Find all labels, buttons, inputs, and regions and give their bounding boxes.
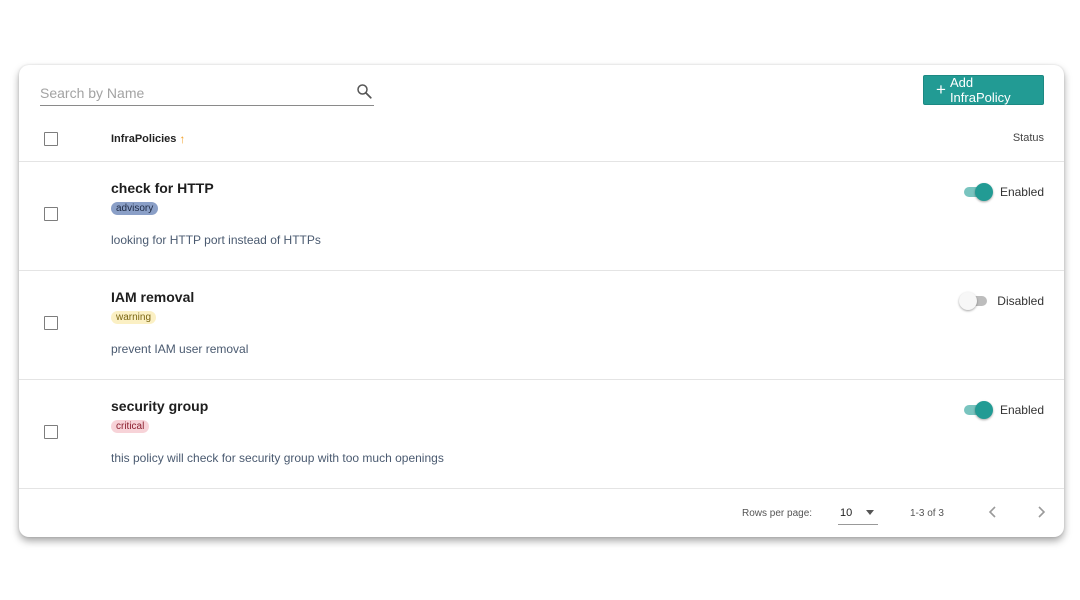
caret-down-icon (866, 510, 874, 515)
select-all-checkbox[interactable] (44, 132, 58, 146)
status-toggle[interactable] (962, 182, 993, 202)
search-icon[interactable] (355, 82, 373, 100)
search-field[interactable] (40, 79, 374, 106)
rows-per-page-label: Rows per page: (742, 508, 813, 519)
status-label: Enabled (999, 403, 1044, 417)
row-checkbox[interactable] (44, 316, 58, 330)
column-header-status: Status (1012, 132, 1044, 144)
severity-badge: critical (111, 420, 150, 433)
table-header: InfraPolicies ↑ Status (19, 115, 1064, 162)
pagination-bar: Rows per page: 10 1-3 of 3 (19, 487, 1064, 537)
toggle-knob (974, 401, 993, 419)
table-row: IAM removal warning prevent IAM user rem… (19, 271, 1064, 380)
status-toggle-group: Disabled (959, 291, 1044, 311)
pagination-range: 1-3 of 3 (910, 508, 944, 519)
column-header-label: InfraPolicies (111, 133, 177, 145)
severity-badge: warning (111, 311, 157, 324)
add-infrapolicy-label: Add InfraPolicy (949, 75, 1011, 105)
plus-icon: + (936, 80, 946, 99)
infrapolicies-card: + Add InfraPolicy InfraPolicies ↑ Status… (19, 65, 1064, 537)
status-toggle[interactable] (959, 291, 989, 311)
policy-description: prevent IAM user removal (111, 342, 249, 356)
status-toggle[interactable] (962, 400, 993, 420)
policy-description: this policy will check for security grou… (111, 451, 444, 465)
severity-badge: advisory (111, 202, 159, 215)
row-checkbox[interactable] (44, 425, 58, 439)
chevron-left-icon[interactable] (983, 502, 1003, 522)
status-toggle-group: Enabled (962, 400, 1044, 420)
toggle-knob (959, 292, 978, 310)
policy-name[interactable]: security group (111, 398, 208, 414)
add-infrapolicy-button[interactable]: + Add InfraPolicy (923, 75, 1044, 105)
chevron-right-icon[interactable] (1031, 502, 1051, 522)
search-input[interactable] (40, 84, 340, 102)
status-toggle-group: Enabled (962, 182, 1044, 202)
status-label: Disabled (997, 294, 1044, 308)
column-header-infrapolicies[interactable]: InfraPolicies ↑ (111, 132, 185, 146)
status-label: Enabled (999, 185, 1044, 199)
policy-name[interactable]: check for HTTP (111, 180, 214, 196)
toggle-knob (974, 183, 993, 201)
rows-per-page-value: 10 (840, 507, 853, 519)
rows-per-page-select[interactable]: 10 (838, 501, 878, 525)
table-row: check for HTTP advisory looking for HTTP… (19, 162, 1064, 271)
sort-ascending-icon[interactable]: ↑ (179, 132, 185, 146)
toolbar: + Add InfraPolicy (19, 65, 1064, 115)
row-checkbox[interactable] (44, 207, 58, 221)
policy-description: looking for HTTP port instead of HTTPs (111, 233, 321, 247)
policy-name[interactable]: IAM removal (111, 289, 194, 305)
table-row: security group critical this policy will… (19, 380, 1064, 489)
